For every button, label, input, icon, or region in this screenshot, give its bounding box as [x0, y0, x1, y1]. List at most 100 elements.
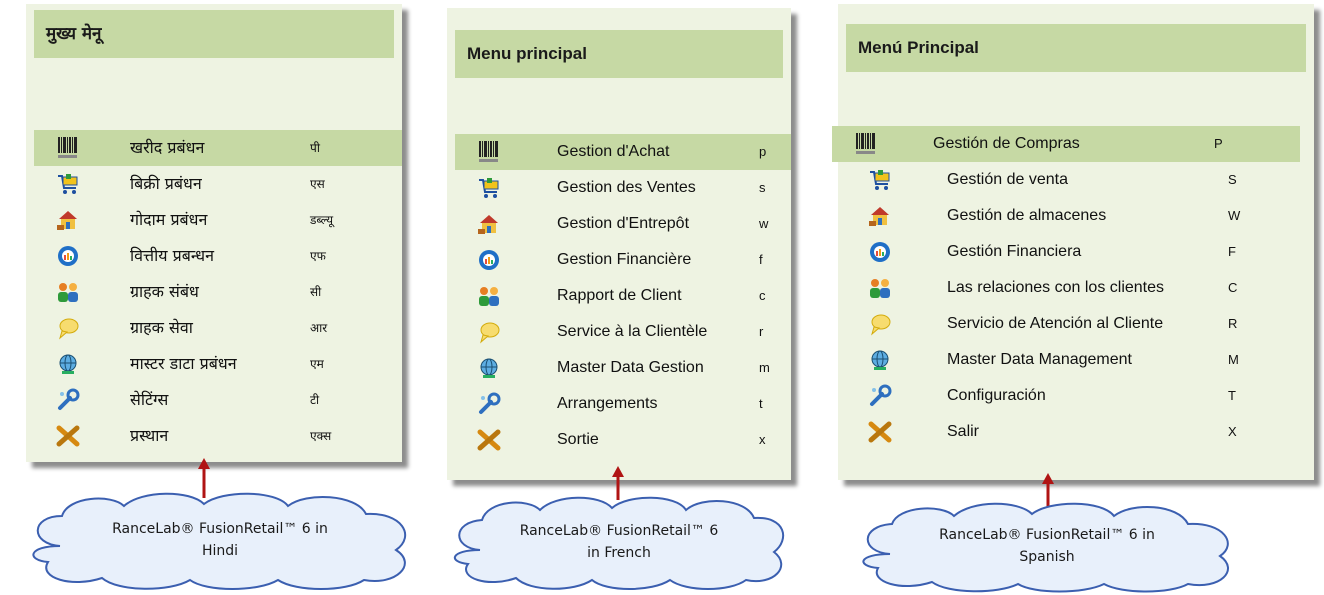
menu-item-label: Servicio de Atención al Cliente	[947, 315, 1164, 332]
menu-item-label: Service à la Clientèle	[557, 323, 708, 340]
shortcut-key: F	[1228, 244, 1236, 259]
shortcut-key: सी	[310, 285, 322, 299]
menu-item-warehouse[interactable]: Gestion d'Entrepôt w	[455, 206, 791, 242]
menu-item-master-data[interactable]: Master Data Management M	[846, 342, 1314, 378]
warehouse-icon	[56, 208, 80, 232]
speech-bubble-icon	[56, 316, 80, 340]
globe-data-icon	[477, 356, 501, 380]
menu-item-customer-service[interactable]: Service à la Clientèle r	[455, 314, 791, 350]
menu-item-label: बिक्री प्रबंधन	[130, 174, 202, 193]
menu-item-label: खरीद प्रबंधन	[130, 138, 205, 157]
menu-item-label: Gestión de almacenes	[947, 207, 1107, 224]
shortcut-key: टी	[310, 393, 320, 407]
shortcut-key: S	[1228, 172, 1237, 187]
shortcut-key: एक्स	[310, 429, 332, 443]
french-menu-panel: Menu principal Gestion d'Achat p Gestion…	[447, 8, 791, 480]
cloud-caption-line: RanceLab® FusionRetail™ 6 in	[112, 521, 328, 537]
menu-item-purchase[interactable]: Gestion d'Achat p	[455, 134, 791, 170]
shortcut-key: s	[759, 180, 766, 195]
shortcut-key: w	[759, 216, 769, 231]
cloud-caption-line: in French	[587, 545, 651, 561]
menu-item-settings[interactable]: Configuración T	[846, 378, 1314, 414]
menu-item-label: Gestion des Ventes	[557, 179, 696, 196]
caption-cloud-french: RanceLab® FusionRetail™ 6 in French	[444, 494, 794, 592]
menu-item-label: Rapport de Client	[557, 287, 682, 304]
customers-icon	[868, 276, 892, 300]
panel-title: Menú Principal	[846, 24, 1306, 72]
shortcut-key: C	[1228, 280, 1238, 295]
exit-x-icon	[477, 428, 501, 452]
menu-item-sales[interactable]: Gestion des Ventes s	[455, 170, 791, 206]
menu-item-exit[interactable]: Salir X	[846, 414, 1314, 450]
menu-item-sales[interactable]: बिक्री प्रबंधन एस	[34, 166, 402, 202]
menu-item-sales[interactable]: Gestión de venta S	[846, 162, 1314, 198]
menu-item-label: Master Data Gestion	[557, 359, 704, 376]
exit-x-icon	[868, 420, 892, 444]
warehouse-icon	[868, 204, 892, 228]
menu-item-warehouse[interactable]: Gestión de almacenes W	[846, 198, 1314, 234]
customers-icon	[477, 284, 501, 308]
menu-item-customer-relations[interactable]: ग्राहक संबंध सी	[34, 274, 402, 310]
menu-item-finance[interactable]: वित्तीय प्रबन्धन एफ	[34, 238, 402, 274]
menu-item-purchase[interactable]: खरीद प्रबंधन पी	[34, 130, 402, 166]
menu-item-purchase[interactable]: Gestión de Compras P	[832, 126, 1300, 162]
menu-item-label: Gestion d'Achat	[557, 143, 670, 160]
barcode-icon	[854, 132, 878, 156]
shortcut-key: पी	[310, 141, 320, 155]
menu-item-label: Master Data Management	[947, 351, 1132, 368]
menu-item-label: Sortie	[557, 431, 599, 448]
warehouse-icon	[477, 212, 501, 236]
finance-chart-icon	[868, 240, 892, 264]
spanish-menu-panel: Menú Principal Gestión de Compras P Gest…	[832, 4, 1314, 480]
caption-cloud-spanish: RanceLab® FusionRetail™ 6 in Spanish	[852, 500, 1242, 594]
shortcut-key: x	[759, 432, 766, 447]
menu-item-finance[interactable]: Gestion Financière f	[455, 242, 791, 278]
shopping-cart-icon	[477, 176, 501, 200]
menu-item-customer-service[interactable]: Servicio de Atención al Cliente R	[846, 306, 1314, 342]
wrench-settings-icon	[477, 392, 501, 416]
menu-item-master-data[interactable]: Master Data Gestion m	[455, 350, 791, 386]
menu-item-warehouse[interactable]: गोदाम प्रबंधन डब्ल्यू	[34, 202, 402, 238]
shortcut-key: c	[759, 288, 766, 303]
barcode-icon	[56, 136, 80, 160]
menu-item-label: Configuración	[947, 387, 1046, 404]
caption-cloud-hindi: RanceLab® FusionRetail™ 6 in Hindi	[20, 488, 420, 592]
shortcut-key: X	[1228, 424, 1237, 439]
hindi-menu-panel: मुख्य मेनू खरीद प्रबंधन पी बिक्री प्रबंध…	[26, 4, 402, 462]
shortcut-key: r	[759, 324, 764, 339]
shortcut-key: एम	[310, 357, 324, 371]
menu-item-label: Gestión de venta	[947, 171, 1068, 188]
menu-item-settings[interactable]: सेटिंग्स टी	[34, 382, 402, 418]
finance-chart-icon	[56, 244, 80, 268]
menu-item-exit[interactable]: Sortie x	[455, 422, 791, 458]
wrench-settings-icon	[868, 384, 892, 408]
shortcut-key: p	[759, 144, 767, 159]
menu-item-customer-relations[interactable]: Rapport de Client c	[455, 278, 791, 314]
menu-item-exit[interactable]: प्रस्थान एक्स	[34, 418, 402, 454]
shortcut-key: एफ	[310, 249, 326, 263]
shortcut-key: m	[759, 360, 770, 375]
finance-chart-icon	[477, 248, 501, 272]
shortcut-key: f	[759, 252, 763, 267]
cloud-caption-line: RanceLab® FusionRetail™ 6 in	[939, 527, 1155, 543]
menu-item-settings[interactable]: Arrangements t	[455, 386, 791, 422]
panel-title: Menu principal	[455, 30, 783, 78]
globe-data-icon	[868, 348, 892, 372]
shopping-cart-icon	[56, 172, 80, 196]
menu-item-finance[interactable]: Gestión Financiera F	[846, 234, 1314, 270]
menu-item-customer-relations[interactable]: Las relaciones con los clientes C	[846, 270, 1314, 306]
menu-item-label: प्रस्थान	[130, 426, 169, 445]
shortcut-key: W	[1228, 208, 1241, 223]
menu-item-customer-service[interactable]: ग्राहक सेवा आर	[34, 310, 402, 346]
menu-item-label: Gestión de Compras	[933, 135, 1080, 152]
cloud-caption-line: Spanish	[1019, 549, 1075, 565]
menu-item-label: Salir	[947, 423, 980, 440]
shortcut-key: डब्ल्यू	[310, 213, 334, 227]
shortcut-key: T	[1228, 388, 1236, 403]
menu-item-label: मास्टर डाटा प्रबंधन	[130, 354, 237, 373]
shortcut-key: M	[1228, 352, 1239, 367]
globe-data-icon	[56, 352, 80, 376]
menu-item-label: Gestion Financière	[557, 251, 692, 268]
menu-item-master-data[interactable]: मास्टर डाटा प्रबंधन एम	[34, 346, 402, 382]
menu-item-label: Gestion d'Entrepôt	[557, 215, 690, 232]
